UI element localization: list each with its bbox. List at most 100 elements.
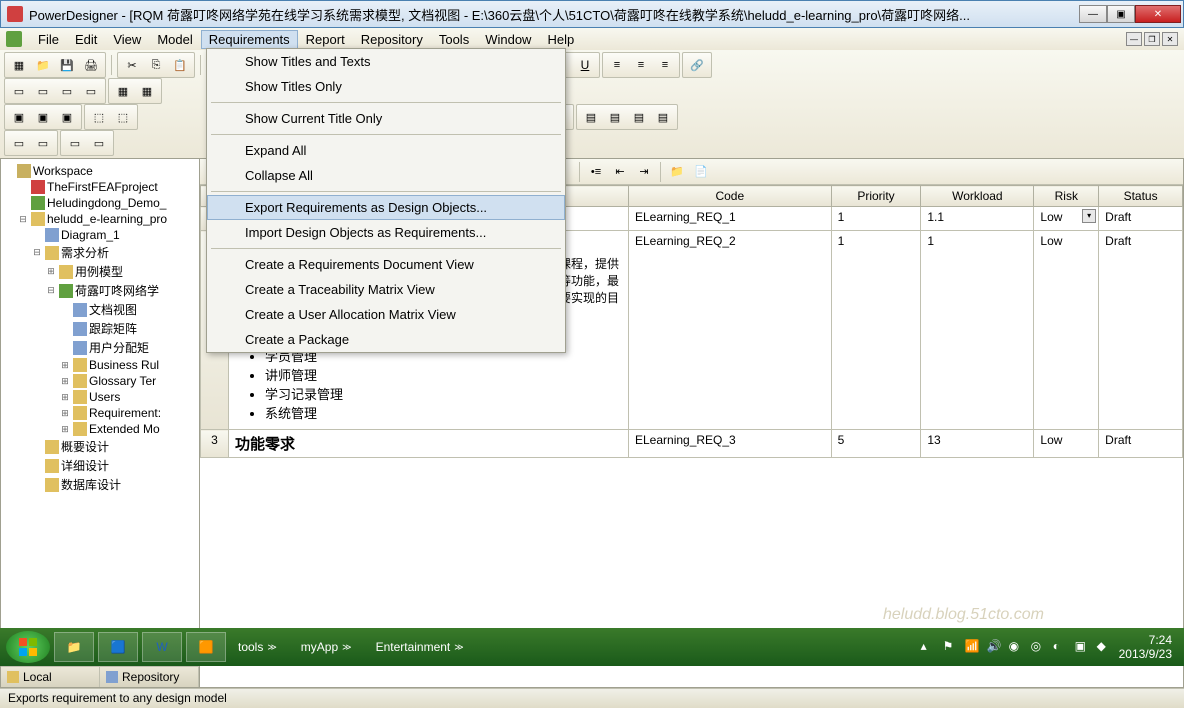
menu-repository[interactable]: Repository: [353, 30, 431, 49]
tree-node[interactable]: ⊟heludd_e-learning_pro: [3, 211, 197, 227]
tray-ic5[interactable]: ◆: [1097, 639, 1113, 655]
mdi-restore[interactable]: ❐: [1144, 32, 1160, 46]
tb4-d[interactable]: ▭: [88, 132, 110, 154]
taskbar-group[interactable]: tools ≫: [226, 640, 289, 654]
column-header[interactable]: Status: [1099, 186, 1183, 207]
tab-repository[interactable]: Repository: [100, 667, 199, 687]
tb3-h[interactable]: ▤: [580, 106, 602, 128]
mdi-minimize[interactable]: —: [1126, 32, 1142, 46]
menu-view[interactable]: View: [105, 30, 149, 49]
tree-node[interactable]: Workspace: [3, 163, 197, 179]
tb2-d[interactable]: ▭: [80, 80, 102, 102]
task-app1[interactable]: 🟦: [98, 632, 138, 662]
print-icon[interactable]: 🖨: [80, 54, 102, 76]
tree-node[interactable]: ⊟荷露叮咚网络学: [3, 281, 197, 300]
menu-item[interactable]: Show Current Title Only: [207, 106, 565, 131]
link-icon[interactable]: 🔗: [686, 54, 708, 76]
tb3-a[interactable]: ▣: [8, 106, 30, 128]
tree-node[interactable]: Diagram_1: [3, 227, 197, 243]
tree-node[interactable]: 文档视图: [3, 300, 197, 319]
menu-item[interactable]: Import Design Objects as Requirements...: [207, 220, 565, 245]
minimize-button[interactable]: —: [1079, 5, 1107, 23]
taskbar-group[interactable]: myApp ≫: [289, 640, 364, 654]
menu-item[interactable]: Create a User Allocation Matrix View: [207, 302, 565, 327]
align-center-icon[interactable]: ≡: [630, 54, 652, 76]
tb4-b[interactable]: ▭: [32, 132, 54, 154]
tray-ic1[interactable]: ◉: [1009, 639, 1025, 655]
tray-flag-icon[interactable]: ⚑: [943, 639, 959, 655]
save-icon[interactable]: 💾: [56, 54, 78, 76]
system-tray[interactable]: ▴ ⚑ 📶 🔊 ◉ ◎ ◐ ▣ ◆ 7:24 2013/9/23: [921, 633, 1178, 661]
menu-help[interactable]: Help: [539, 30, 582, 49]
tree-node[interactable]: 用户分配矩: [3, 338, 197, 357]
maximize-button[interactable]: ▣: [1107, 5, 1135, 23]
menu-item[interactable]: Expand All: [207, 138, 565, 163]
menu-report[interactable]: Report: [298, 30, 353, 49]
tb2-b[interactable]: ▭: [32, 80, 54, 102]
align-left-icon[interactable]: ≡: [606, 54, 628, 76]
tb2-f[interactable]: ▦: [136, 80, 158, 102]
column-header[interactable]: Risk: [1034, 186, 1099, 207]
tree-node[interactable]: 数据库设计: [3, 475, 197, 494]
doc-folder[interactable]: 📁: [666, 161, 688, 183]
align-right-icon[interactable]: ≡: [654, 54, 676, 76]
workspace-tree[interactable]: WorkspaceTheFirstFEAFprojectHeludingdong…: [1, 159, 199, 648]
doc-new[interactable]: 📄: [690, 161, 712, 183]
menu-item[interactable]: Create a Package: [207, 327, 565, 352]
menu-model[interactable]: Model: [149, 30, 200, 49]
taskbar-clock[interactable]: 7:24 2013/9/23: [1119, 633, 1178, 661]
tree-node[interactable]: ⊞Business Rul: [3, 357, 197, 373]
task-word[interactable]: W: [142, 632, 182, 662]
menu-file[interactable]: File: [30, 30, 67, 49]
tree-node[interactable]: 概要设计: [3, 437, 197, 456]
tree-node[interactable]: 跟踪矩阵: [3, 319, 197, 338]
menu-window[interactable]: Window: [477, 30, 539, 49]
underline-icon[interactable]: U: [574, 54, 596, 76]
tree-node[interactable]: TheFirstFEAFproject: [3, 179, 197, 195]
paste-icon[interactable]: 📋: [169, 54, 191, 76]
tray-ic2[interactable]: ◎: [1031, 639, 1047, 655]
tab-local[interactable]: Local: [1, 667, 100, 687]
tb3-e[interactable]: ⬚: [112, 106, 134, 128]
tray-up-icon[interactable]: ▴: [921, 639, 937, 655]
tb4-c[interactable]: ▭: [64, 132, 86, 154]
close-button[interactable]: ✕: [1135, 5, 1181, 23]
doc-outdent[interactable]: ⇤: [609, 161, 631, 183]
tree-node[interactable]: ⊞Users: [3, 389, 197, 405]
tb3-c[interactable]: ▣: [56, 106, 78, 128]
menu-item[interactable]: Create a Requirements Document View: [207, 252, 565, 277]
menu-item[interactable]: Export Requirements as Design Objects...: [207, 195, 565, 220]
doc-indent[interactable]: ⇥: [633, 161, 655, 183]
tb2-c[interactable]: ▭: [56, 80, 78, 102]
start-button[interactable]: [6, 631, 50, 663]
menu-tools[interactable]: Tools: [431, 30, 477, 49]
tree-node[interactable]: ⊞用例模型: [3, 262, 197, 281]
table-row[interactable]: 3功能零求ELearning_REQ_3513LowDraft: [201, 430, 1183, 458]
tb2-e[interactable]: ▦: [112, 80, 134, 102]
menu-edit[interactable]: Edit: [67, 30, 105, 49]
menu-item[interactable]: Create a Traceability Matrix View: [207, 277, 565, 302]
menu-item[interactable]: Collapse All: [207, 163, 565, 188]
tb3-d[interactable]: ⬚: [88, 106, 110, 128]
tb3-i[interactable]: ▤: [604, 106, 626, 128]
dropdown-arrow[interactable]: ▾: [1082, 209, 1096, 223]
tb3-b[interactable]: ▣: [32, 106, 54, 128]
tb3-j[interactable]: ▤: [628, 106, 650, 128]
new-icon[interactable]: ▦: [8, 54, 30, 76]
menu-requirements[interactable]: Requirements: [201, 30, 298, 49]
copy-icon[interactable]: ⎘: [145, 54, 167, 76]
tray-vol-icon[interactable]: 🔊: [987, 639, 1003, 655]
task-app2[interactable]: 🟧: [186, 632, 226, 662]
taskbar-group[interactable]: Entertainment ≫: [364, 640, 476, 654]
tree-node[interactable]: ⊞Requirement:: [3, 405, 197, 421]
cut-icon[interactable]: ✂: [121, 54, 143, 76]
tree-node[interactable]: ⊞Extended Mo: [3, 421, 197, 437]
column-header[interactable]: Code: [629, 186, 832, 207]
tree-node[interactable]: Heludingdong_Demo_: [3, 195, 197, 211]
column-header[interactable]: Priority: [831, 186, 921, 207]
column-header[interactable]: Workload: [921, 186, 1034, 207]
menu-item[interactable]: Show Titles and Texts: [207, 49, 565, 74]
tree-node[interactable]: ⊟需求分析: [3, 243, 197, 262]
task-explorer[interactable]: 📁: [54, 632, 94, 662]
mdi-close[interactable]: ✕: [1162, 32, 1178, 46]
